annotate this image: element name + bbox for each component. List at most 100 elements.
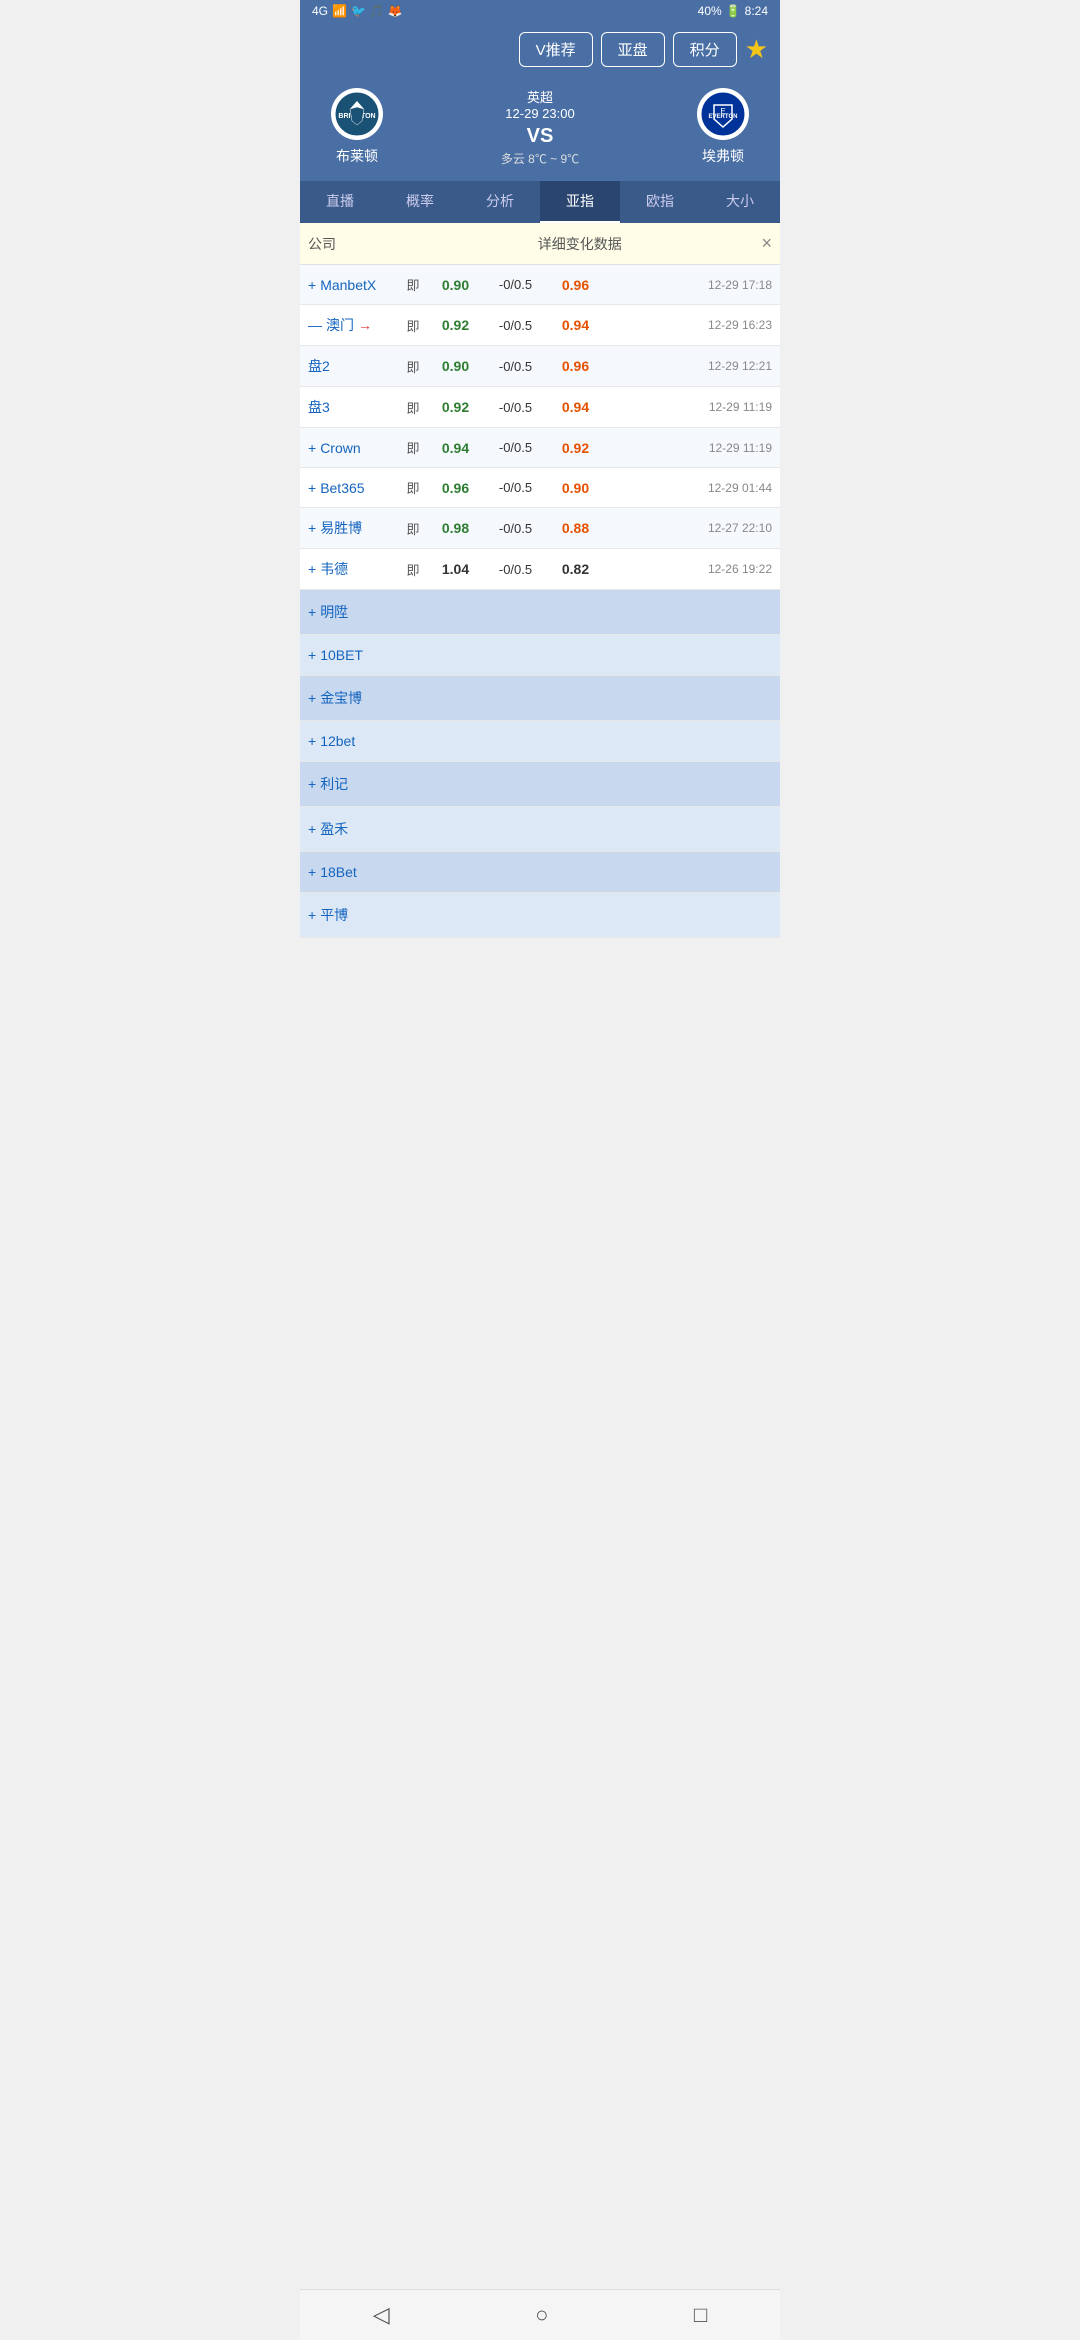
table-row: + 韦德 即 1.04 -0/0.5 0.82 12-26 19:22 bbox=[300, 549, 780, 590]
expand-icon[interactable]: + bbox=[308, 776, 316, 792]
company-name: 澳门 bbox=[326, 315, 354, 335]
tab-live[interactable]: 直播 bbox=[300, 181, 380, 223]
home-team: BRIGHTON 布莱顿 bbox=[312, 88, 402, 166]
odds1-value: 0.92 bbox=[428, 317, 483, 333]
odds2-value: 0.96 bbox=[548, 358, 603, 374]
odds-rows: + ManbetX 即 0.90 -0/0.5 0.96 12-29 17:18… bbox=[300, 265, 780, 590]
instant-label: 即 bbox=[398, 478, 428, 497]
asian-handicap-button[interactable]: 亚盘 bbox=[601, 32, 665, 67]
expand-icon[interactable]: + bbox=[308, 520, 316, 536]
tab-analysis[interactable]: 分析 bbox=[460, 181, 540, 223]
sidebar-item[interactable]: + 10BET bbox=[300, 635, 780, 676]
app-icons: 🐦 🎵 🦊 bbox=[351, 4, 403, 18]
sidebar-company-name: 明陞 bbox=[320, 602, 348, 622]
company-name-cell: + ManbetX bbox=[308, 277, 398, 293]
status-bar: 4G 📶 🐦 🎵 🦊 40% 🔋 8:24 bbox=[300, 0, 780, 22]
table-row: + Bet365 即 0.96 -0/0.5 0.90 12-29 01:44 bbox=[300, 468, 780, 508]
sidebar-item[interactable]: + 利记 bbox=[300, 762, 780, 807]
handicap-value: -0/0.5 bbox=[483, 318, 548, 333]
handicap-value: -0/0.5 bbox=[483, 521, 548, 536]
match-time: 12-29 23:00 bbox=[402, 106, 678, 121]
odds1-value: 1.04 bbox=[428, 561, 483, 577]
sidebar-company-name: 12bet bbox=[320, 733, 355, 749]
expand-icon[interactable]: + bbox=[308, 440, 316, 456]
table-row: + Crown 即 0.94 -0/0.5 0.92 12-29 11:19 bbox=[300, 428, 780, 468]
expand-icon[interactable]: + bbox=[308, 647, 316, 663]
match-center: 英超 12-29 23:00 VS 多云 8℃ ~ 9℃ bbox=[402, 87, 678, 167]
expand-icon[interactable]: + bbox=[308, 821, 316, 837]
table-row: 盘2 即 0.90 -0/0.5 0.96 12-29 12:21 bbox=[300, 346, 780, 387]
sidebar-company-name: 金宝博 bbox=[320, 688, 362, 708]
handicap-value: -0/0.5 bbox=[483, 277, 548, 292]
odds2-value: 0.94 bbox=[548, 317, 603, 333]
odds2-value: 0.94 bbox=[548, 399, 603, 415]
odds1-value: 0.98 bbox=[428, 520, 483, 536]
instant-label: 即 bbox=[398, 438, 428, 457]
odds1-value: 0.94 bbox=[428, 440, 483, 456]
handicap-value: -0/0.5 bbox=[483, 562, 548, 577]
back-button[interactable]: ◁ bbox=[373, 2302, 390, 2328]
update-time: 12-26 19:22 bbox=[603, 562, 772, 576]
collapse-icon[interactable]: — bbox=[308, 317, 322, 333]
company-name: 盘2 bbox=[308, 356, 330, 376]
sidebar-item[interactable]: + 平博 bbox=[300, 893, 780, 938]
sidebar-label: + 盈禾 bbox=[308, 819, 348, 839]
sidebar-item[interactable]: + 金宝博 bbox=[300, 676, 780, 721]
favorite-button[interactable]: ★ bbox=[745, 34, 768, 65]
sidebar-label: + 10BET bbox=[308, 647, 363, 663]
tab-asian[interactable]: 亚指 bbox=[540, 181, 620, 223]
odds2-value: 0.90 bbox=[548, 480, 603, 496]
tabs-bar: 直播 概率 分析 亚指 欧指 大小 bbox=[300, 181, 780, 223]
home-button[interactable]: ○ bbox=[535, 2302, 548, 2328]
update-time: 12-29 01:44 bbox=[603, 481, 772, 495]
expand-icon[interactable]: + bbox=[308, 480, 316, 496]
company-name: ManbetX bbox=[320, 277, 376, 293]
bottom-navigation: ◁ ○ □ bbox=[300, 2289, 780, 2340]
odds1-value: 0.90 bbox=[428, 358, 483, 374]
sidebar-item[interactable]: + 明陞 bbox=[300, 590, 780, 635]
battery-text: 40% bbox=[698, 4, 722, 18]
sidebar-label: + 明陞 bbox=[308, 602, 348, 622]
expand-icon[interactable]: + bbox=[308, 864, 316, 880]
sidebar-item[interactable]: + 盈禾 bbox=[300, 807, 780, 852]
tab-odds[interactable]: 概率 bbox=[380, 181, 460, 223]
close-detail-button[interactable]: × bbox=[761, 233, 772, 254]
sidebar-item[interactable]: + 18Bet bbox=[300, 852, 780, 893]
signal-icon: 4G bbox=[312, 4, 328, 18]
match-vs: VS bbox=[402, 125, 678, 148]
sidebar-company-name: 平博 bbox=[320, 905, 348, 925]
standings-button[interactable]: 积分 bbox=[673, 32, 737, 67]
instant-label: 即 bbox=[398, 316, 428, 335]
tab-european[interactable]: 欧指 bbox=[620, 181, 700, 223]
sidebar-label: + 平博 bbox=[308, 905, 348, 925]
company-name-cell: 盘2 bbox=[308, 356, 398, 376]
odds1-value: 0.96 bbox=[428, 480, 483, 496]
handicap-value: -0/0.5 bbox=[483, 480, 548, 495]
odds2-value: 0.96 bbox=[548, 277, 603, 293]
sidebar-rows: + 明陞 + 10BET + 金宝博 + 12bet + 利记 + 盈禾 + 1… bbox=[300, 590, 780, 938]
instant-label: 即 bbox=[398, 519, 428, 538]
company-name-cell: + Bet365 bbox=[308, 480, 398, 496]
expand-icon[interactable]: + bbox=[308, 733, 316, 749]
tab-size[interactable]: 大小 bbox=[700, 181, 780, 223]
instant-label: 即 bbox=[398, 560, 428, 579]
handicap-value: -0/0.5 bbox=[483, 359, 548, 374]
odds2-value: 0.88 bbox=[548, 520, 603, 536]
expand-icon[interactable]: + bbox=[308, 690, 316, 706]
sidebar-item[interactable]: + 12bet bbox=[300, 721, 780, 762]
recent-apps-button[interactable]: □ bbox=[694, 2302, 707, 2328]
odds1-value: 0.92 bbox=[428, 399, 483, 415]
sidebar-label: + 金宝博 bbox=[308, 688, 362, 708]
expand-icon[interactable]: + bbox=[308, 907, 316, 923]
v-recommend-button[interactable]: V推荐 bbox=[519, 32, 593, 67]
sidebar-company-name: 18Bet bbox=[320, 864, 357, 880]
content-area: 公司 详细变化数据 × + ManbetX 即 0.90 -0/0.5 0.96… bbox=[300, 223, 780, 998]
company-name-cell: + Crown bbox=[308, 440, 398, 456]
table-header: 公司 详细变化数据 × bbox=[300, 223, 780, 265]
expand-icon[interactable]: + bbox=[308, 277, 316, 293]
company-name-cell: 盘3 bbox=[308, 397, 398, 417]
detail-col-header: 详细变化数据 bbox=[398, 234, 761, 254]
expand-icon[interactable]: + bbox=[308, 604, 316, 620]
expand-icon[interactable]: + bbox=[308, 561, 316, 577]
wifi-icon: 📶 bbox=[332, 4, 347, 18]
